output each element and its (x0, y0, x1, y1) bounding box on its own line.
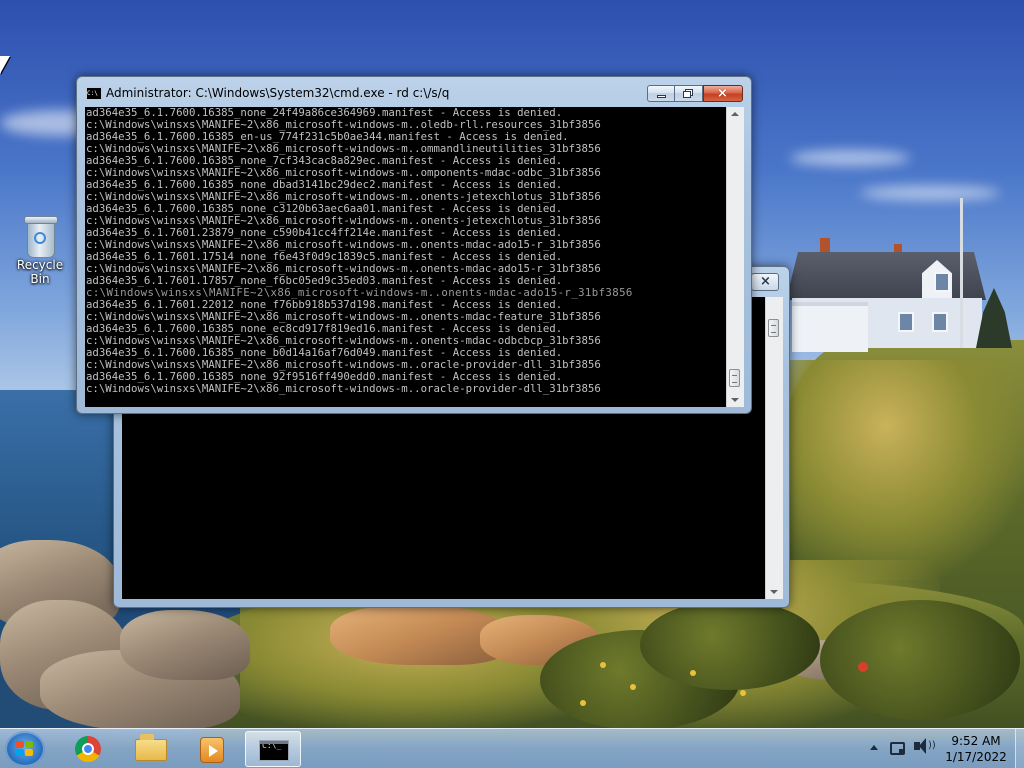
console-line: ad364e35_6.1.7600.16385_none_b0d14a16af7… (86, 347, 563, 359)
scroll-down-arrow-icon[interactable] (770, 590, 778, 594)
clock-date: 1/17/2022 (945, 750, 1007, 764)
console-line: ad364e35_6.1.7601.17514_none_f6e43f0d9c1… (86, 251, 563, 263)
wallpaper-grass (790, 360, 1024, 580)
network-icon[interactable] (890, 742, 905, 755)
background-vertical-scrollbar[interactable] (765, 297, 783, 599)
console-line: c:\Windows\winsxs\MANIFE~2\x86_microsoft… (86, 383, 601, 395)
volume-icon[interactable] (914, 738, 926, 754)
console-line: c:\Windows\winsxs\MANIFE~2\x86_microsoft… (86, 287, 633, 299)
console-line: ad364e35_6.1.7600.16385_none_dbad3141bc2… (86, 179, 563, 191)
cmd-app-icon: C:\ (86, 87, 102, 100)
wallpaper-house (786, 238, 986, 352)
console-line: c:\Windows\winsxs\MANIFE~2\x86_microsoft… (86, 335, 601, 347)
console-line: ad364e35_6.1.7600.16385_none_ec8cd917f81… (86, 323, 563, 335)
mouse-pointer-icon (0, 56, 10, 74)
desktop-icon-label: Recycle Bin (16, 258, 64, 286)
close-icon: × (717, 86, 728, 101)
minimize-button[interactable] (647, 85, 675, 102)
windows-start-icon (16, 741, 34, 757)
folder-icon (135, 734, 167, 761)
cmd-icon: C:\_ (259, 740, 289, 761)
start-button[interactable] (5, 731, 45, 767)
close-button[interactable]: × (703, 85, 743, 102)
wallpaper-flower (630, 684, 636, 690)
taskbar-explorer[interactable] (123, 731, 179, 767)
scroll-down-arrow-icon[interactable] (731, 398, 739, 402)
scrollbar-thumb[interactable] (729, 369, 740, 387)
close-icon: × (760, 274, 771, 289)
taskbar-cmd[interactable]: C:\_ (245, 731, 301, 767)
wallpaper-flagpole (960, 198, 963, 348)
chrome-icon (75, 736, 101, 762)
console-line: c:\Windows\winsxs\MANIFE~2\x86_microsoft… (86, 167, 601, 179)
recycle-bin-icon (23, 214, 58, 258)
console-line: c:\Windows\winsxs\MANIFE~2\x86_microsoft… (86, 191, 601, 203)
scrollbar-thumb[interactable] (768, 319, 779, 337)
console-line: ad364e35_6.1.7601.22012_none_f76bb918b53… (86, 299, 563, 311)
wallpaper-flower (740, 690, 746, 696)
show-hidden-icons-arrow-icon[interactable] (870, 745, 878, 750)
minimize-icon (657, 95, 666, 98)
console-line: c:\Windows\winsxs\MANIFE~2\x86_microsoft… (86, 215, 601, 227)
cmd-window[interactable]: C:\ Administrator: C:\Windows\System32\c… (76, 76, 752, 414)
wallpaper-flower (858, 662, 868, 672)
console-line: ad364e35_6.1.7601.23879_none_c590b41cc4f… (86, 227, 563, 239)
wallpaper-flower (690, 670, 696, 676)
scroll-up-arrow-icon[interactable] (731, 112, 739, 116)
console-line: ad364e35_6.1.7600.16385_none_24f49a86ce3… (86, 107, 563, 119)
window-titlebar[interactable]: C:\ Administrator: C:\Windows\System32\c… (77, 77, 751, 107)
wallpaper-flower (600, 662, 606, 668)
volume-wave-icon: )) (928, 740, 936, 751)
wallpaper-cloud (860, 186, 1000, 200)
wallpaper-bush (640, 600, 820, 690)
console-line: c:\Windows\winsxs\MANIFE~2\x86_microsoft… (86, 263, 601, 275)
taskbar-chrome[interactable] (60, 731, 116, 767)
console-line: c:\Windows\winsxs\MANIFE~2\x86_microsoft… (86, 119, 601, 131)
taskbar: C:\_ )) 9:52 AM 1/17/2022 (0, 728, 1024, 768)
console-line: ad364e35_6.1.7601.17857_none_f6bc05ed9c3… (86, 275, 563, 287)
wallpaper-flower (580, 700, 586, 706)
show-desktop-button[interactable] (1015, 729, 1024, 768)
media-player-icon (200, 737, 224, 763)
console-line: c:\Windows\winsxs\MANIFE~2\x86_microsoft… (86, 311, 601, 323)
clock-time: 9:52 AM (951, 734, 1001, 748)
restore-icon-back (683, 91, 691, 98)
wallpaper-cloud (790, 150, 910, 166)
console-line: c:\Windows\winsxs\MANIFE~2\x86_microsoft… (86, 239, 601, 251)
window-title: Administrator: C:\Windows\System32\cmd.e… (106, 86, 450, 100)
console-line: ad364e35_6.1.7600.16385_none_c3120b63aec… (86, 203, 563, 215)
wallpaper-rock (120, 610, 250, 680)
console-line: c:\Windows\winsxs\MANIFE~2\x86_microsoft… (86, 143, 601, 155)
wallpaper-bush (820, 600, 1020, 720)
background-window-close-button[interactable]: × (751, 273, 779, 291)
vertical-scrollbar[interactable] (726, 107, 744, 407)
console-line: ad364e35_6.1.7600.16385_none_92f9516ff49… (86, 371, 563, 383)
restore-button[interactable] (675, 85, 703, 102)
console-line: c:\Windows\winsxs\MANIFE~2\x86_microsoft… (86, 359, 601, 371)
taskbar-media-player[interactable] (184, 731, 240, 767)
console-line: ad364e35_6.1.7600.16385_none_7cf343cac8a… (86, 155, 563, 167)
desktop-icon-recycle-bin[interactable]: Recycle Bin (6, 212, 74, 286)
taskbar-clock[interactable]: 9:52 AM 1/17/2022 (936, 733, 1016, 765)
console-output[interactable]: ad364e35_6.1.7600.16385_none_24f49a86ce3… (85, 107, 726, 407)
console-line: ad364e35_6.1.7600.16385_en-us_774f231c5b… (86, 131, 569, 143)
